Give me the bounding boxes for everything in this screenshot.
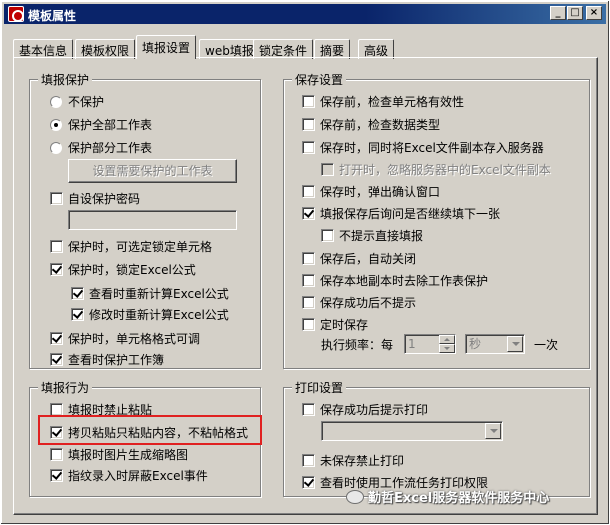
checkbox-no-print-unsaved[interactable]: 未保存禁止打印 xyxy=(302,453,404,469)
radio-protect-part[interactable]: 保护部分工作表 xyxy=(50,140,152,156)
checkbox-protect-on-view[interactable]: 查看时保护工作簿 xyxy=(50,352,164,368)
checkbox-checked[interactable] xyxy=(50,332,63,345)
checkbox[interactable] xyxy=(50,448,63,461)
minimize-button[interactable]: _ xyxy=(550,6,566,20)
checkbox-confirm-window[interactable]: 保存时，弹出确认窗口 xyxy=(302,184,440,200)
protect-group-title: 填报保护 xyxy=(38,71,93,88)
checkbox-checked[interactable] xyxy=(50,469,63,482)
title-bar[interactable]: 模板属性 _ □ × xyxy=(4,4,606,24)
app-logo-icon xyxy=(8,6,24,22)
watermark: 勤哲Excel服务器软件服务中心 xyxy=(346,487,549,506)
checkbox-ask-continue[interactable]: 填报保存后询问是否继续填下一张 xyxy=(302,206,500,222)
checkbox[interactable] xyxy=(302,118,315,131)
checkbox-no-prompt-success[interactable]: 保存成功后不提示 xyxy=(302,295,416,311)
checkbox-recalc-on-view[interactable]: 查看时重新计算Excel公式 xyxy=(71,286,229,302)
checkbox[interactable] xyxy=(302,454,315,467)
checkbox-timed-save[interactable]: 定时保存 xyxy=(302,317,368,333)
checkbox[interactable] xyxy=(50,240,63,253)
checkbox-check-data-type[interactable]: 保存前，检查数据类型 xyxy=(302,117,440,133)
checkbox[interactable] xyxy=(50,192,63,205)
checkbox[interactable] xyxy=(302,318,315,331)
checkbox-checked[interactable] xyxy=(50,353,63,366)
spin-up-icon[interactable] xyxy=(439,335,455,344)
once-label: 一次 xyxy=(534,338,559,352)
checkbox-custom-password[interactable]: 自设保护密码 xyxy=(50,191,140,207)
close-button[interactable]: × xyxy=(586,6,602,20)
radio-button[interactable] xyxy=(50,142,62,154)
checkbox[interactable] xyxy=(302,185,315,198)
checkbox-store-excel-copy[interactable]: 保存时，同时将Excel文件副本存入服务器 xyxy=(302,140,544,156)
behavior-group-title: 填报行为 xyxy=(38,379,93,396)
print-group-title: 打印设置 xyxy=(292,379,347,396)
checkbox-checked[interactable] xyxy=(302,476,315,489)
chevron-down-icon[interactable] xyxy=(485,423,501,439)
radio-protect-all[interactable]: 保护全部工作表 xyxy=(50,117,152,133)
checkbox[interactable] xyxy=(302,141,315,154)
tab-web-fill[interactable]: web填报 xyxy=(199,39,260,59)
checkbox[interactable] xyxy=(302,252,315,265)
dialog-window: 模板属性 _ □ × 基本信息 模板权限 填报设置 web填报 锁定条件 摘要 … xyxy=(0,0,610,525)
radio-button-selected[interactable] xyxy=(50,119,62,131)
checkbox-checked[interactable] xyxy=(302,207,315,220)
checkbox-checked[interactable] xyxy=(71,308,84,321)
checkbox-check-cell-validity[interactable]: 保存前，检查单元格有效性 xyxy=(302,94,464,110)
window-title: 模板属性 xyxy=(28,9,77,23)
checkbox-select-locked-cells[interactable]: 保护时，可选定锁定单元格 xyxy=(50,239,212,255)
radio-button[interactable] xyxy=(50,96,62,108)
tab-fill-settings[interactable]: 填报设置 xyxy=(136,35,197,59)
red-highlight-box xyxy=(38,415,262,445)
set-protected-sheets-button[interactable]: 设置需要保护的工作表 xyxy=(68,159,237,183)
checkbox-recalc-on-edit[interactable]: 修改时重新计算Excel公式 xyxy=(71,307,229,323)
checkbox[interactable] xyxy=(302,296,315,309)
watermark-text: 勤哲Excel服务器软件服务中心 xyxy=(368,491,550,506)
tab-template-permission[interactable]: 模板权限 xyxy=(75,39,136,59)
checkbox-checked[interactable] xyxy=(71,287,84,300)
checkbox[interactable] xyxy=(321,229,334,242)
checkbox-disabled[interactable] xyxy=(321,163,334,176)
checkbox-lock-excel-formula[interactable]: 保护时，锁定Excel公式 xyxy=(50,262,196,278)
printer-select[interactable] xyxy=(321,421,503,441)
tab-lock-conditions[interactable]: 锁定条件 xyxy=(253,39,314,59)
maximize-button[interactable]: □ xyxy=(567,6,583,20)
radio-no-protect[interactable]: 不保护 xyxy=(50,94,104,110)
password-field[interactable] xyxy=(68,210,237,230)
chevron-down-icon[interactable] xyxy=(507,336,523,352)
checkbox-checked[interactable] xyxy=(50,263,63,276)
checkbox-cell-format-adjustable[interactable]: 保护时，单元格格式可调 xyxy=(50,331,200,347)
checkbox-mask-excel-events[interactable]: 指纹录入时屏蔽Excel事件 xyxy=(50,468,208,484)
tab-advanced[interactable]: 高级 xyxy=(358,39,395,59)
checkbox-no-prompt-fill[interactable]: 不提示直接填报 xyxy=(321,228,423,244)
tab-basic-info[interactable]: 基本信息 xyxy=(13,39,74,59)
checkbox-remove-sheet-protect[interactable]: 保存本地副本时去除工作表保护 xyxy=(302,273,488,289)
checkbox-thumbnail[interactable]: 填报时图片生成缩略图 xyxy=(50,447,188,463)
checkbox[interactable] xyxy=(302,274,315,287)
checkbox[interactable] xyxy=(302,403,315,416)
checkbox-prompt-print[interactable]: 保存成功后提示打印 xyxy=(302,402,428,418)
tab-summary[interactable]: 摘要 xyxy=(314,39,351,59)
frequency-unit-select[interactable]: 秒 xyxy=(465,334,525,354)
wechat-icon xyxy=(346,490,364,504)
save-group-title: 保存设置 xyxy=(292,71,347,88)
checkbox[interactable] xyxy=(302,95,315,108)
spin-down-icon[interactable] xyxy=(439,344,455,353)
checkbox-ignore-server-copy[interactable]: 打开时，忽略服务器中的Excel文件副本 xyxy=(321,162,551,178)
frequency-label: 执行频率：每 xyxy=(321,338,394,352)
frequency-unit-value: 秒 xyxy=(469,337,482,351)
checkbox-auto-close[interactable]: 保存后，自动关闭 xyxy=(302,251,416,267)
